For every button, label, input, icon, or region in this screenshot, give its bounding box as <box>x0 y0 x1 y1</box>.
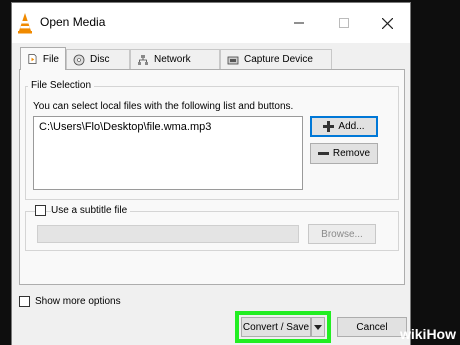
subtitle-checkbox[interactable] <box>35 205 46 216</box>
browse-label: Browse... <box>321 228 363 240</box>
file-selection-title: File Selection <box>28 80 95 91</box>
minimize-icon <box>294 22 304 24</box>
maximize-button[interactable] <box>327 9 361 37</box>
minus-icon <box>317 152 329 155</box>
subtitle-file-field <box>37 225 299 243</box>
vlc-cone-icon <box>18 13 32 34</box>
maximize-icon <box>339 18 349 28</box>
tab-disc[interactable]: Disc <box>66 49 130 69</box>
network-icon <box>138 54 148 65</box>
show-more-options-checkbox[interactable] <box>19 296 30 307</box>
tab-file-label: File <box>42 53 59 65</box>
capture-device-icon <box>227 56 239 64</box>
browse-button: Browse... <box>308 224 376 244</box>
file-list[interactable]: C:\Users\Flo\Desktop\file.wma.mp3 <box>33 116 303 190</box>
close-icon <box>381 17 393 29</box>
subtitle-checkbox-label: Use a subtitle file <box>51 205 131 216</box>
wikihow-watermark: wikiHow <box>400 326 456 342</box>
remove-file-label: Remove <box>332 148 371 159</box>
tab-capture-device-label: Capture Device <box>244 54 313 65</box>
tab-disc-label: Disc <box>90 54 110 65</box>
show-more-options-label: Show more options <box>35 296 121 307</box>
convert-save-highlight <box>235 311 331 343</box>
remove-file-button[interactable]: Remove <box>310 143 378 164</box>
title-bar: Open Media <box>12 3 410 43</box>
watermark-wiki: wiki <box>399 326 427 342</box>
add-file-label: Add... <box>338 121 365 132</box>
file-tab-panel: File Selection You can select local file… <box>19 69 405 285</box>
tab-network-label: Network <box>154 54 191 65</box>
close-button[interactable] <box>370 9 404 37</box>
file-selection-description: You can select local files with the foll… <box>33 101 294 112</box>
tab-network[interactable]: Network <box>130 49 220 69</box>
file-list-item[interactable]: C:\Users\Flo\Desktop\file.wma.mp3 <box>39 121 297 133</box>
minimize-button[interactable] <box>282 9 316 37</box>
tab-capture-device[interactable]: Capture Device <box>220 49 332 69</box>
cancel-button[interactable]: Cancel <box>337 317 407 337</box>
plus-icon <box>323 121 335 132</box>
tab-bar: File Disc Network Capture Device <box>12 47 410 70</box>
cancel-label: Cancel <box>356 321 388 333</box>
disc-icon <box>73 54 85 65</box>
window-title: Open Media <box>40 15 106 29</box>
open-media-dialog: Open Media File Disc Network Capture Dev… <box>12 3 410 345</box>
tab-file[interactable]: File <box>20 47 66 70</box>
watermark-how: How <box>426 326 456 342</box>
file-icon <box>28 54 37 64</box>
add-file-button[interactable]: Add... <box>310 116 378 137</box>
